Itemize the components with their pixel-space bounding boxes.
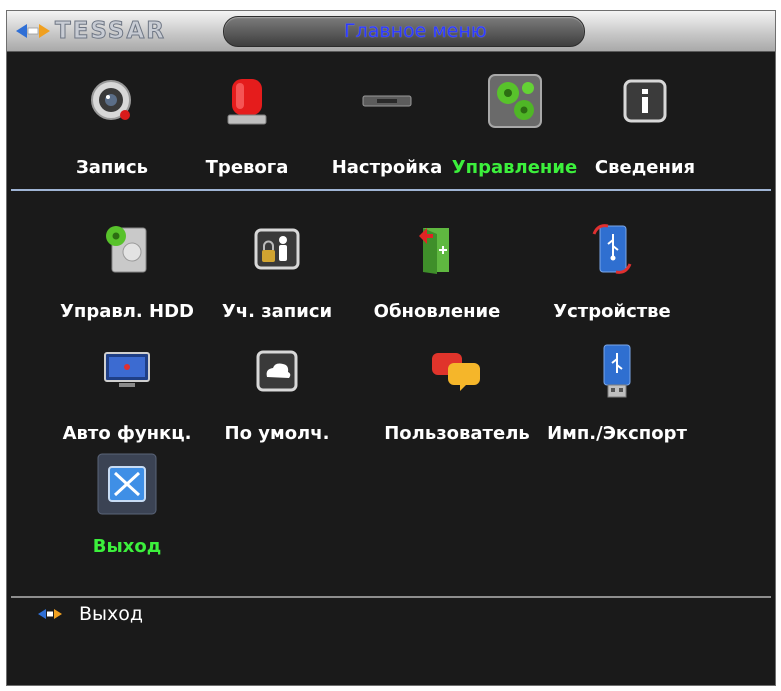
- menu-item-auto[interactable]: Авто функц.: [52, 341, 202, 451]
- tab-label: Сведения: [594, 157, 696, 178]
- status-bar: Выход: [37, 603, 143, 625]
- tab-management[interactable]: Управление: [447, 71, 582, 186]
- menu-item-label: Управл. HDD: [60, 301, 194, 322]
- menu-item-label: Выход: [92, 536, 162, 557]
- tab-label: Управление: [451, 157, 578, 178]
- menu-item-update[interactable]: Обновление: [362, 219, 512, 329]
- chat-bubbles-icon: [427, 341, 487, 401]
- menu-item-import-export[interactable]: Имп./Экспорт: [542, 341, 692, 451]
- menu-item-label: Устройстве: [553, 301, 671, 322]
- tab-label: Настройка: [331, 157, 443, 178]
- title-pill: Главное меню: [223, 16, 585, 47]
- tab-settings[interactable]: Настройка: [327, 71, 447, 186]
- menu-item-label: Пользователь: [384, 423, 530, 444]
- camera-record-icon: [82, 71, 142, 131]
- settings-device-icon: [357, 71, 417, 131]
- main-menu-window: TESSAR Главное меню Запись Тревога Настр…: [6, 10, 776, 686]
- alarm-siren-icon: [217, 71, 277, 131]
- brand-logo: TESSAR: [15, 18, 167, 45]
- tab-record[interactable]: Запись: [67, 71, 157, 186]
- tab-info[interactable]: Сведения: [590, 71, 700, 186]
- update-folder-icon: [407, 219, 467, 279]
- nav-arrows-icon: [16, 24, 50, 38]
- tab-label: Запись: [75, 157, 149, 178]
- menu-item-label: По умолч.: [224, 423, 330, 444]
- menu-item-label: Обновление: [373, 301, 501, 322]
- menu-item-device[interactable]: Устройстве: [537, 219, 687, 329]
- window-title: Главное меню: [344, 20, 487, 42]
- gears-icon: [485, 71, 545, 131]
- hdd-gear-icon: [97, 219, 157, 279]
- menu-item-label: Авто функц.: [62, 423, 192, 444]
- menu-item-exit[interactable]: Выход: [52, 453, 202, 564]
- menu-item-label: Имп./Экспорт: [547, 423, 687, 444]
- menu-item-label: Уч. записи: [221, 301, 333, 322]
- default-restore-icon: [247, 341, 307, 401]
- info-icon: [615, 71, 675, 131]
- menu-item-user[interactable]: Пользователь: [382, 341, 532, 451]
- brand-logo-text: TESSAR: [54, 18, 167, 45]
- user-lock-icon: [247, 219, 307, 279]
- status-text: Выход: [79, 603, 144, 625]
- menu-item-defaults[interactable]: По умолч.: [202, 341, 352, 451]
- menu-item-accounts[interactable]: Уч. записи: [202, 219, 352, 329]
- usb-device-icon: [582, 219, 642, 279]
- title-bar: TESSAR Главное меню: [7, 11, 775, 52]
- exit-icon: [97, 453, 157, 515]
- menu-item-hdd[interactable]: Управл. HDD: [52, 219, 202, 329]
- tab-divider: [11, 189, 771, 191]
- tab-label: Тревога: [205, 157, 289, 178]
- nav-arrows-icon: [38, 609, 62, 619]
- usb-drive-icon: [587, 341, 647, 401]
- status-divider: [11, 596, 771, 598]
- monitor-icon: [97, 341, 157, 401]
- tab-alarm[interactable]: Тревога: [202, 71, 292, 186]
